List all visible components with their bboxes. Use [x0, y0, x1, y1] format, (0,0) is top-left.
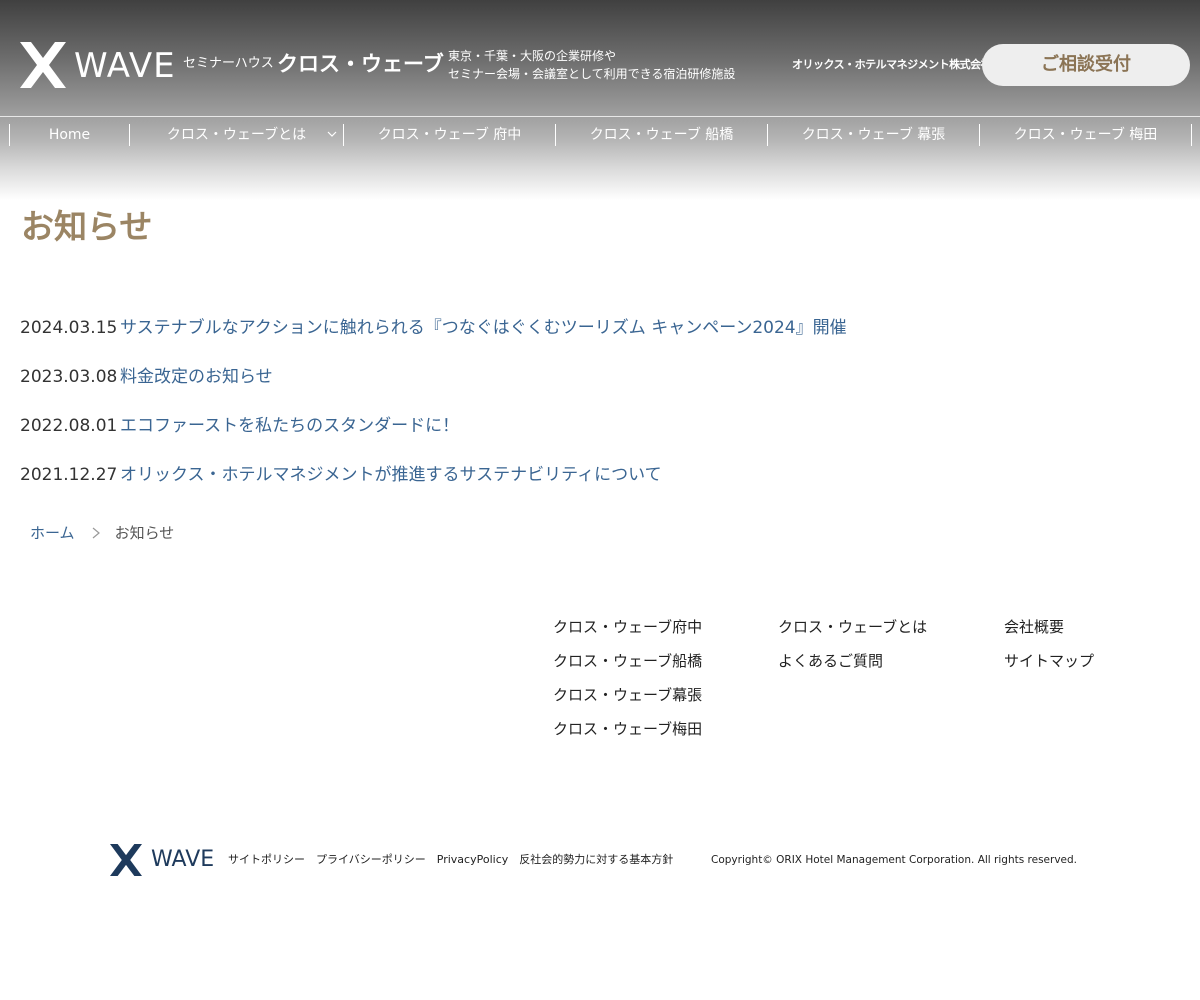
nav-item-about[interactable]: クロス・ウェーブとは — [130, 124, 344, 146]
chevron-right-icon — [92, 527, 100, 539]
site-logo[interactable]: WAVE — [20, 42, 175, 90]
company-logo[interactable]: オリックス・ホテルマネジメント株式会社 — [792, 57, 992, 73]
news-list: 2024.03.15 サステナブルなアクションに触れられる『つなぐはぐくむツーリ… — [20, 314, 1120, 510]
x-logo-icon — [20, 42, 66, 88]
site-description: 東京・千葉・大阪の企業研修や セミナー会場・会議室として利用できる宿泊研修施設 — [448, 47, 768, 83]
news-link[interactable]: エコファーストを私たちのスタンダードに！ — [120, 412, 459, 440]
footer-link[interactable]: 会社概要 — [1004, 615, 1094, 649]
footer-link[interactable]: クロス・ウェーブ府中 — [553, 615, 702, 649]
news-item: 2022.08.01 エコファーストを私たちのスタンダードに！ — [20, 412, 1120, 461]
news-date: 2024.03.15 — [20, 318, 118, 338]
news-item: 2023.03.08 料金改定のお知らせ — [20, 363, 1120, 412]
breadcrumb-current: お知らせ — [114, 524, 175, 542]
news-date: 2021.12.27 — [20, 465, 118, 485]
footer-link[interactable]: クロス・ウェーブ幕張 — [553, 683, 702, 717]
footer-policy-link[interactable]: プライバシーポリシー — [316, 852, 426, 868]
footer-policy-link[interactable]: 反社会的勢力に対する基本方針 — [519, 852, 673, 868]
description-line-1: 東京・千葉・大阪の企業研修や — [448, 49, 617, 63]
news-link[interactable]: 料金改定のお知らせ — [120, 363, 273, 391]
nav-item-funabashi[interactable]: クロス・ウェーブ 船橋 — [556, 124, 768, 146]
nav-item-home[interactable]: Home — [10, 124, 130, 146]
footer-policy-links: サイトポリシー プライバシーポリシー PrivacyPolicy 反社会的勢力に… — [228, 852, 684, 868]
copyright: Copyright© ORIX Hotel Management Corpora… — [711, 854, 1077, 866]
nav-item-umeda[interactable]: クロス・ウェーブ 梅田 — [980, 124, 1192, 146]
footer-policy-link[interactable]: サイトポリシー — [228, 852, 305, 868]
site-footer: WAVE サイトポリシー プライバシーポリシー PrivacyPolicy 反社… — [110, 842, 1110, 876]
news-item: 2021.12.27 オリックス・ホテルマネジメントが推進するサステナビリティに… — [20, 461, 1120, 510]
footer-facilities-list: クロス・ウェーブ府中 クロス・ウェーブ船橋 クロス・ウェーブ幕張 クロス・ウェー… — [553, 615, 702, 751]
footer-link[interactable]: サイトマップ — [1004, 649, 1094, 683]
news-date: 2023.03.08 — [20, 367, 118, 387]
chevron-down-icon — [327, 131, 337, 137]
footer-info-list: クロス・ウェーブとは よくあるご質問 — [778, 615, 927, 683]
footer-link[interactable]: クロス・ウェーブとは — [778, 615, 927, 649]
description-line-2: セミナー会場・会議室として利用できる宿泊研修施設 — [448, 67, 736, 81]
footer-link[interactable]: クロス・ウェーブ船橋 — [553, 649, 702, 683]
news-date: 2022.08.01 — [20, 416, 118, 436]
footer-logo-wave-text: WAVE — [151, 847, 215, 872]
footer-link[interactable]: よくあるご質問 — [778, 649, 927, 683]
site-name: クロス・ウェーブ — [277, 52, 444, 76]
nav-divider — [0, 116, 1200, 117]
tagline: セミナーハウス — [183, 56, 274, 71]
x-logo-icon — [110, 844, 142, 876]
footer-company-list: 会社概要 サイトマップ — [1004, 615, 1094, 683]
news-link[interactable]: サステナブルなアクションに触れられる『つなぐはぐくむツーリズム キャンペーン20… — [120, 314, 847, 342]
footer-policy-link[interactable]: PrivacyPolicy — [437, 852, 508, 868]
footer-logo[interactable]: WAVE — [110, 844, 220, 876]
news-link[interactable]: オリックス・ホテルマネジメントが推進するサステナビリティについて — [120, 461, 662, 489]
nav-item-fuchu[interactable]: クロス・ウェーブ 府中 — [344, 124, 556, 146]
global-nav: Home クロス・ウェーブとは クロス・ウェーブ 府中 クロス・ウェーブ 船橋 … — [9, 124, 1192, 146]
site-header: WAVE セミナーハウス クロス・ウェーブ 東京・千葉・大阪の企業研修や セミナ… — [0, 0, 1200, 200]
breadcrumb-home[interactable]: ホーム — [30, 521, 75, 545]
consult-button[interactable]: ご相談受付 — [982, 44, 1190, 86]
news-item: 2024.03.15 サステナブルなアクションに触れられる『つなぐはぐくむツーリ… — [20, 314, 1120, 363]
breadcrumb: ホーム お知らせ — [30, 521, 174, 545]
footer-link[interactable]: クロス・ウェーブ梅田 — [553, 717, 702, 751]
logo-wave-text: WAVE — [74, 46, 176, 86]
page-title: お知らせ — [21, 207, 153, 246]
nav-item-about-label: クロス・ウェーブとは — [166, 127, 307, 143]
nav-item-makuhari[interactable]: クロス・ウェーブ 幕張 — [768, 124, 980, 146]
